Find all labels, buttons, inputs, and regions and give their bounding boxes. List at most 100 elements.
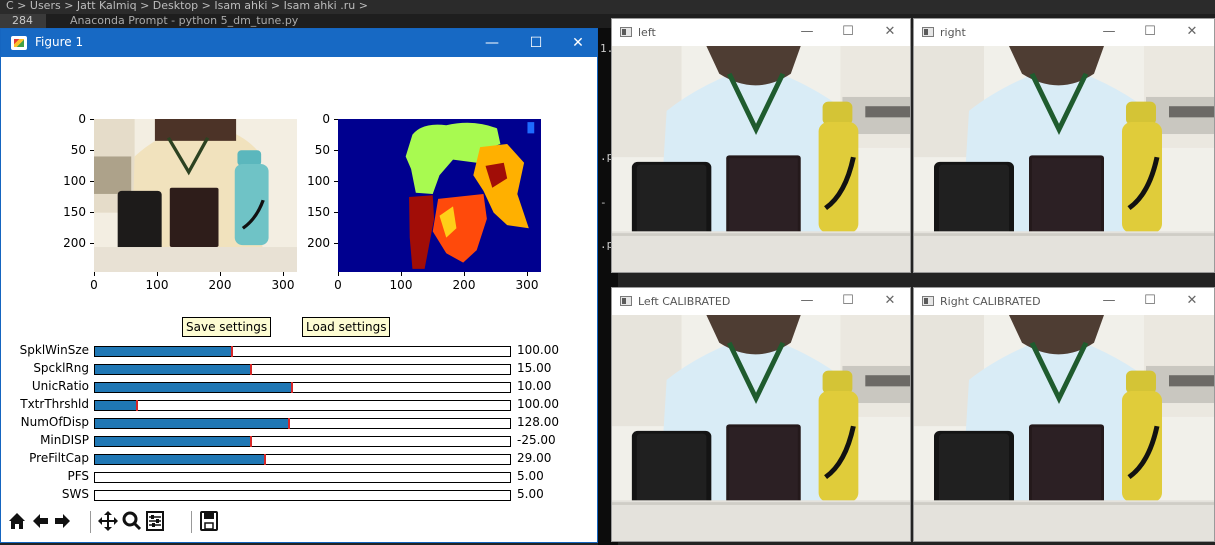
minimize-button[interactable]: —	[799, 24, 815, 39]
y-tick-mark	[334, 119, 338, 120]
slider-label: SpklWinSze	[19, 343, 89, 357]
back-arrow-icon[interactable]	[30, 509, 50, 535]
figure-titlebar[interactable]: Figure 1 — ☐ ✕	[1, 29, 597, 57]
slider-value: 5.00	[517, 469, 544, 483]
minimize-button[interactable]: —	[1101, 24, 1117, 39]
x-tick-label: 300	[515, 278, 539, 292]
line-number: 284	[0, 14, 46, 28]
camera-window-title: Left CALIBRATED	[638, 295, 731, 308]
slider-label: PFS	[67, 469, 89, 483]
y-tick-mark	[334, 243, 338, 244]
slider-initial-marker	[136, 400, 138, 411]
opencv-window-icon	[620, 27, 632, 37]
slider-fill	[95, 419, 289, 428]
slider-label: SWS	[61, 487, 89, 501]
camera-window-left[interactable]: left — ☐ ✕	[611, 18, 911, 273]
camera-window-right[interactable]: right — ☐ ✕	[913, 18, 1215, 273]
breadcrumb: C > Users > Jatt Kalmiq > Desktop > Isam…	[0, 0, 1215, 14]
x-tick-label: 200	[208, 278, 232, 292]
zoom-icon[interactable]	[122, 509, 142, 535]
slider-initial-marker	[231, 346, 233, 357]
taskbar-title: Anaconda Prompt - python 5_dm_tune.py	[70, 14, 299, 27]
slider-track[interactable]	[94, 454, 511, 465]
navigation-toolbar	[5, 509, 595, 537]
x-tick-mark	[338, 272, 339, 276]
slider-value: 29.00	[517, 451, 552, 465]
load-settings-button[interactable]: Load settings	[302, 317, 391, 337]
x-tick-label: 0	[334, 278, 342, 292]
slider-fill	[95, 347, 232, 356]
camera-window-title: right	[940, 26, 966, 39]
slider-label: SpcklRng	[33, 361, 89, 375]
slider-fill	[95, 365, 251, 374]
slider-fill	[95, 437, 251, 446]
camera-titlebar[interactable]: right — ☐ ✕	[914, 19, 1214, 46]
minimize-button[interactable]: —	[481, 32, 503, 54]
maximize-button[interactable]: ☐	[840, 24, 856, 39]
slider-track[interactable]	[94, 382, 511, 393]
slider-initial-marker	[288, 418, 290, 429]
y-tick-mark	[334, 181, 338, 182]
slider-fill	[95, 401, 137, 410]
slider-label: MinDISP	[40, 433, 89, 447]
x-tick-mark	[464, 272, 465, 276]
camera-window-left-calibrated[interactable]: Left CALIBRATED — ☐ ✕	[611, 287, 911, 542]
y-tick-label: 150	[63, 205, 86, 219]
slider-track[interactable]	[94, 346, 511, 357]
camera-titlebar[interactable]: left — ☐ ✕	[612, 19, 910, 46]
configure-subplots-icon[interactable]	[145, 509, 165, 535]
save-settings-button[interactable]: Save settings	[182, 317, 272, 337]
camera-feed-image	[914, 315, 1214, 541]
forward-arrow-icon[interactable]	[53, 509, 73, 535]
maximize-button[interactable]: ☐	[525, 32, 547, 54]
slider-track[interactable]	[94, 472, 511, 483]
slider-value: 100.00	[517, 343, 559, 357]
maximize-button[interactable]: ☐	[840, 293, 856, 308]
pan-icon[interactable]	[97, 509, 118, 535]
slider-track[interactable]	[94, 364, 511, 375]
camera-titlebar[interactable]: Right CALIBRATED — ☐ ✕	[914, 288, 1214, 315]
slider-label: PreFiltCap	[29, 451, 89, 465]
maximize-button[interactable]: ☐	[1142, 24, 1158, 39]
slider-track[interactable]	[94, 400, 511, 411]
slider-track[interactable]	[94, 436, 511, 447]
y-tick-label: 100	[63, 174, 86, 188]
close-button[interactable]: ✕	[567, 32, 589, 54]
window-title: Figure 1	[35, 35, 84, 49]
x-tick-mark	[94, 272, 95, 276]
maximize-button[interactable]: ☐	[1142, 293, 1158, 308]
x-tick-label: 300	[271, 278, 295, 292]
camera-feed-image	[612, 315, 910, 541]
slider-label: NumOfDisp	[20, 415, 89, 429]
left-camera-image-axes[interactable]	[94, 119, 297, 272]
close-button[interactable]: ✕	[882, 293, 898, 308]
x-tick-label: 100	[145, 278, 169, 292]
x-tick-mark	[283, 272, 284, 276]
x-tick-mark	[220, 272, 221, 276]
home-icon[interactable]	[7, 509, 27, 535]
camera-window-right-calibrated[interactable]: Right CALIBRATED — ☐ ✕	[913, 287, 1215, 542]
slider-track[interactable]	[94, 418, 511, 429]
x-tick-mark	[157, 272, 158, 276]
y-tick-label: 100	[307, 174, 330, 188]
disparity-map-axes[interactable]	[338, 119, 541, 272]
close-button[interactable]: ✕	[1184, 24, 1200, 39]
minimize-button[interactable]: —	[799, 293, 815, 308]
slider-track[interactable]	[94, 490, 511, 501]
y-tick-label: 50	[70, 143, 86, 157]
camera-feed-image	[914, 46, 1214, 272]
save-icon[interactable]	[199, 509, 219, 535]
slider-initial-marker	[250, 436, 252, 447]
close-button[interactable]: ✕	[882, 24, 898, 39]
x-tick-label: 200	[452, 278, 476, 292]
camera-titlebar[interactable]: Left CALIBRATED — ☐ ✕	[612, 288, 910, 315]
close-button[interactable]: ✕	[1184, 293, 1200, 308]
camera-feed-image	[612, 46, 910, 272]
x-tick-mark	[527, 272, 528, 276]
toolbar-divider	[90, 511, 91, 533]
y-tick-mark	[334, 212, 338, 213]
opencv-window-icon	[620, 296, 632, 306]
y-tick-mark	[90, 243, 94, 244]
minimize-button[interactable]: —	[1101, 293, 1117, 308]
slider-value: 10.00	[517, 379, 552, 393]
